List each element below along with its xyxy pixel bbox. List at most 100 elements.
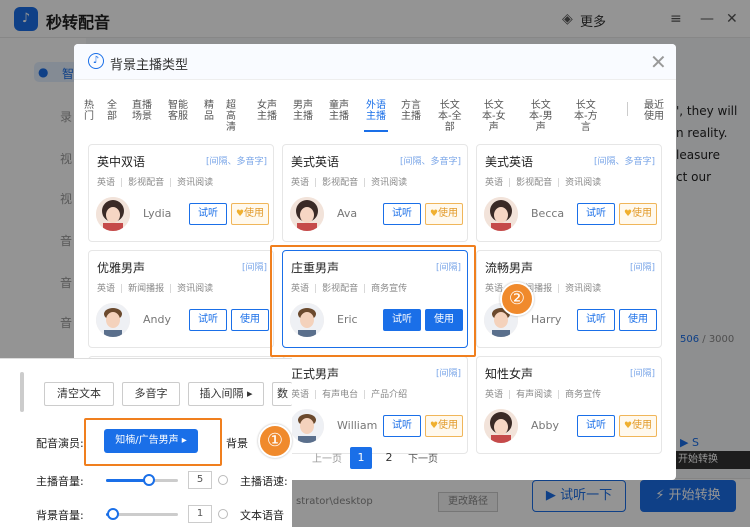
card-attributes: 英语|新闻播报|资讯阅读: [97, 284, 214, 294]
clear-text-button[interactable]: 清空文本: [44, 382, 114, 406]
voice-card[interactable]: 美式英语 [间隔、多音字] 英语 | 影视配音 | 资讯阅读 Ava 试听 ♥使用: [282, 144, 468, 242]
tab-category[interactable]: 长文 本-女 声: [482, 100, 506, 133]
listen-button[interactable]: 试听: [577, 415, 615, 437]
card-attributes: 英语 | 影视配音 | 资讯阅读: [291, 178, 408, 188]
tab-category[interactable]: 长文 本-方 言: [574, 100, 598, 133]
use-label: 使用: [438, 208, 459, 219]
close-icon[interactable]: ✕: [650, 50, 667, 74]
host-volume-input[interactable]: 5: [188, 471, 212, 489]
card-attribute: 英语: [97, 284, 116, 294]
use-vip-button[interactable]: ♥使用: [619, 203, 657, 225]
listen-button[interactable]: 试听: [577, 203, 615, 225]
insert-pause-button[interactable]: 插入间隔 ▸: [188, 382, 264, 406]
card-attribute: 新闻播报: [128, 284, 165, 294]
voice-name: Andy: [143, 313, 171, 326]
card-title: 英中双语: [97, 155, 146, 169]
heart-icon: ♥: [429, 209, 439, 219]
tab-category[interactable]: 方言 主播: [401, 100, 421, 122]
female-avatar: [484, 409, 518, 443]
bg-volume-input[interactable]: 1: [188, 505, 212, 523]
speed-label: 主播语速:: [240, 475, 288, 488]
heart-icon: ♥: [429, 421, 439, 431]
card-attribute: 资讯阅读: [565, 178, 602, 188]
card-attribute: 有声电台: [322, 390, 359, 400]
page-2[interactable]: 2: [378, 447, 400, 469]
use-label: 使用: [438, 420, 459, 431]
card-attribute: 英语: [291, 178, 310, 188]
voice-name: William: [337, 419, 378, 432]
card-feature-tag: [间隔、多音字]: [205, 157, 267, 167]
voice-card[interactable]: 优雅男声 [间隔] 英语 | 新闻播报 | 资讯阅读 Andy 试听 使用: [88, 250, 274, 348]
card-attributes: 英语 | 有声电台 | 产品介绍: [291, 390, 408, 400]
card-title: 美式英语: [291, 155, 340, 169]
card-feature-tag: [间隔]: [435, 369, 461, 379]
voice-name: Harry: [531, 313, 562, 326]
voice-name: Lydia: [143, 207, 172, 220]
heart-icon: ♥: [623, 421, 633, 431]
tab-category[interactable]: 超 高 清: [226, 100, 236, 133]
tab-category[interactable]: 热 门: [84, 100, 94, 122]
listen-button[interactable]: 试听: [383, 203, 421, 225]
card-attribute: 影视配音: [516, 178, 553, 188]
host-volume-label: 主播音量:: [36, 475, 84, 488]
step-marker-1: ①: [258, 424, 292, 458]
music-note-icon: ♪: [88, 53, 104, 69]
bg-volume-radio[interactable]: [218, 509, 228, 519]
tab-category[interactable]: 直播 场景: [132, 100, 152, 122]
listen-button[interactable]: 试听: [383, 415, 421, 437]
card-title: 正式男声: [291, 367, 340, 381]
host-volume-radio[interactable]: [218, 475, 228, 485]
card-attribute: 资讯阅读: [177, 178, 214, 188]
tab-category[interactable]: 男声 主播: [293, 100, 313, 122]
card-attribute: 英语: [485, 178, 504, 188]
voice-name: Abby: [531, 419, 559, 432]
use-button[interactable]: 使用: [619, 309, 657, 331]
tab-category[interactable]: 智能 客服: [168, 100, 188, 122]
listen-button[interactable]: 试听: [189, 203, 227, 225]
card-attributes: 英语 | 影视配音 | 资讯阅读: [97, 178, 214, 188]
listen-button[interactable]: 试听: [577, 309, 615, 331]
scrollbar[interactable]: [20, 372, 24, 412]
active-tab-underline: [364, 130, 388, 132]
male-avatar: [96, 303, 130, 337]
use-label: 使用: [632, 420, 653, 431]
card-attribute: 资讯阅读: [177, 284, 214, 294]
use-label: 使用: [244, 208, 265, 219]
prev-page[interactable]: 上一页: [312, 450, 342, 465]
tab-category[interactable]: 精 品: [204, 100, 214, 122]
use-vip-button[interactable]: ♥使用: [425, 415, 463, 437]
tab-category[interactable]: 长文 本-全 部: [438, 100, 462, 133]
voice-card[interactable]: 英中双语 [间隔、多音字] 英语 | 影视配音 | 资讯阅读 Lydia 试听 ♥使用: [88, 144, 274, 242]
female-avatar: [484, 197, 518, 231]
tab-category[interactable]: 外语 主播: [366, 100, 386, 122]
voice-card[interactable]: 美式英语 [间隔、多音字] 英语 | 影视配音 | 资讯阅读 Becca 试听 ♥使用: [476, 144, 662, 242]
card-feature-tag: [间隔]: [241, 263, 267, 273]
card-title: 流畅男声: [485, 261, 534, 275]
use-vip-button[interactable]: ♥使用: [425, 203, 463, 225]
tab-category[interactable]: 全 部: [107, 100, 117, 122]
tab-category[interactable]: 女声 主播: [257, 100, 277, 122]
voice-card[interactable]: 正式男声 [间隔] 英语 | 有声电台 | 产品介绍 William 试听 ♥使用: [282, 356, 468, 454]
more-button[interactable]: 数: [272, 382, 292, 406]
page-1[interactable]: 1: [350, 447, 372, 469]
tab-category[interactable]: 最近 使用: [644, 100, 664, 122]
polyphone-button[interactable]: 多音字: [122, 382, 180, 406]
text-voice-label: 文本语音: [240, 509, 284, 522]
use-vip-button[interactable]: ♥使用: [231, 203, 269, 225]
card-attribute: 资讯阅读: [565, 284, 602, 294]
use-label: 使用: [632, 208, 653, 219]
voice-card[interactable]: 知性女声 [间隔] 英语 | 有声阅读 | 商务宣传 Abby 试听 ♥使用: [476, 356, 662, 454]
tab-category[interactable]: 长文 本-男 声: [529, 100, 553, 133]
listen-button[interactable]: 试听: [189, 309, 227, 331]
use-button[interactable]: 使用: [231, 309, 269, 331]
tab-category[interactable]: 童声 主播: [329, 100, 349, 122]
card-attribute: 产品介绍: [371, 390, 408, 400]
use-vip-button[interactable]: ♥使用: [619, 415, 657, 437]
card-title: 美式英语: [485, 155, 534, 169]
tab-divider: [627, 102, 628, 116]
card-feature-tag: [间隔]: [629, 369, 655, 379]
modal-title: 背景主播类型: [110, 58, 189, 73]
next-page[interactable]: 下一页: [408, 450, 438, 465]
card-attribute: 有声阅读: [516, 390, 553, 400]
male-avatar: [290, 409, 324, 443]
